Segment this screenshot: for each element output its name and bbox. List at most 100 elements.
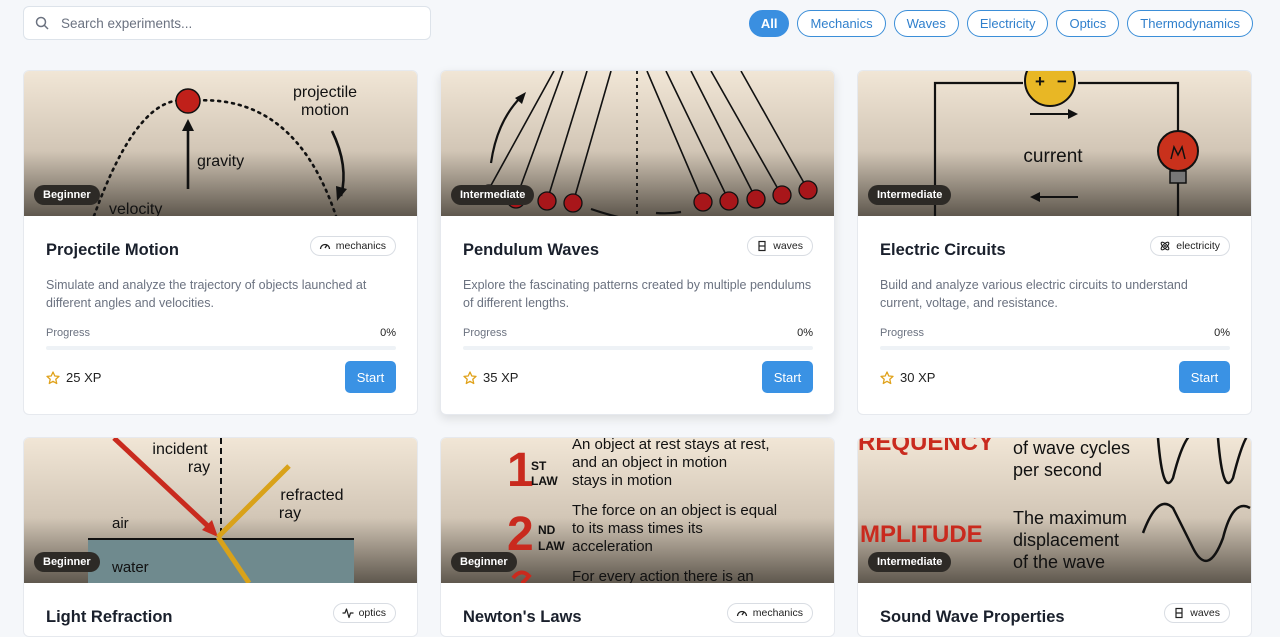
difficulty-badge: Beginner bbox=[451, 552, 517, 572]
xp-value: 35 XP bbox=[483, 370, 519, 385]
category-tag-label: mechanics bbox=[335, 240, 386, 252]
category-filters: All Mechanics Waves Electricity Optics T… bbox=[748, 10, 1253, 37]
image-label: The force on an object is equal bbox=[572, 502, 777, 519]
filter-optics[interactable]: Optics bbox=[1056, 10, 1120, 37]
image-label: projectile bbox=[293, 84, 357, 101]
image-label: 1 bbox=[507, 444, 534, 497]
experiment-image: Intermediate bbox=[441, 71, 834, 216]
experiment-image: projectile motion gravity velocity Begin… bbox=[24, 71, 417, 216]
card-description: Build and analyze various electric circu… bbox=[880, 278, 1188, 310]
image-label: stays in motion bbox=[572, 472, 672, 489]
card-title: Newton's Laws bbox=[463, 608, 582, 626]
image-label: incident bbox=[152, 441, 208, 458]
xp-value: 25 XP bbox=[66, 370, 102, 385]
image-label: to its mass times its bbox=[572, 520, 703, 537]
image-label: motion bbox=[301, 102, 349, 119]
image-label: of the wave bbox=[1013, 552, 1105, 572]
experiment-image: REQUENCY of wave cycles per second MPLIT… bbox=[858, 438, 1251, 583]
experiment-image: 1 ST LAW An object at rest stays at rest… bbox=[441, 438, 834, 583]
experiment-card-electric-circuits[interactable]: + − current Intermediate Electric Circui… bbox=[857, 70, 1252, 415]
category-tag: mechanics bbox=[726, 603, 813, 623]
star-icon bbox=[463, 370, 477, 385]
category-tag-label: electricity bbox=[1176, 240, 1220, 252]
card-title: Light Refraction bbox=[46, 608, 173, 626]
image-label: gravity bbox=[197, 153, 244, 170]
category-tag: waves bbox=[747, 236, 813, 256]
search-icon bbox=[35, 16, 49, 30]
image-label: displacement bbox=[1013, 530, 1119, 550]
progress-label: Progress bbox=[880, 327, 925, 339]
experiment-image: incident ray refracted ray air water Beg… bbox=[24, 438, 417, 583]
image-label: air bbox=[112, 515, 129, 532]
filter-thermodynamics[interactable]: Thermodynamics bbox=[1127, 10, 1253, 37]
image-label: MPLITUDE bbox=[860, 521, 983, 548]
search-input[interactable] bbox=[59, 14, 403, 32]
card-title: Electric Circuits bbox=[880, 241, 1006, 259]
filter-all[interactable]: All bbox=[748, 10, 790, 37]
image-label: and an object in motion bbox=[572, 454, 727, 471]
card-title: Projectile Motion bbox=[46, 241, 179, 259]
xp-reward: 25 XP bbox=[46, 370, 101, 385]
category-tag-label: mechanics bbox=[752, 607, 803, 619]
image-label: − bbox=[1057, 72, 1067, 91]
image-label: + bbox=[1035, 72, 1045, 91]
star-icon bbox=[880, 370, 894, 385]
image-label: ray bbox=[188, 459, 210, 476]
search-box[interactable] bbox=[23, 6, 431, 40]
image-label: LAW bbox=[531, 474, 558, 488]
image-label: An object at rest stays at rest, bbox=[572, 438, 770, 453]
filter-electricity[interactable]: Electricity bbox=[966, 10, 1049, 37]
image-label: current bbox=[1023, 146, 1083, 167]
experiment-card-newtons-laws[interactable]: 1 ST LAW An object at rest stays at rest… bbox=[440, 437, 835, 637]
experiment-card-sound-wave-properties[interactable]: REQUENCY of wave cycles per second MPLIT… bbox=[857, 437, 1252, 637]
progress-value: 0% bbox=[380, 327, 396, 339]
experiment-image: + − current Intermediate bbox=[858, 71, 1251, 216]
atom-icon bbox=[1159, 240, 1171, 252]
filter-waves[interactable]: Waves bbox=[893, 10, 959, 37]
image-label: LAW bbox=[538, 539, 565, 553]
category-tag: optics bbox=[332, 603, 396, 623]
progress-bar bbox=[46, 346, 396, 350]
progress-value: 0% bbox=[1214, 327, 1230, 339]
waves-icon bbox=[1173, 607, 1185, 619]
image-label: ray bbox=[279, 505, 301, 522]
card-description: Explore the fascinating patterns created… bbox=[463, 278, 812, 310]
category-tag: waves bbox=[1164, 603, 1230, 623]
difficulty-badge: Beginner bbox=[34, 185, 100, 205]
image-label: REQUENCY bbox=[858, 438, 994, 456]
image-label: ND bbox=[538, 523, 556, 537]
filter-mechanics[interactable]: Mechanics bbox=[797, 10, 886, 37]
progress-label: Progress bbox=[46, 327, 91, 339]
experiment-card-light-refraction[interactable]: incident ray refracted ray air water Beg… bbox=[23, 437, 418, 637]
image-label: ST bbox=[531, 459, 547, 473]
pulse-icon bbox=[342, 607, 354, 619]
image-label: acceleration bbox=[572, 538, 653, 555]
start-button[interactable]: Start bbox=[345, 361, 396, 393]
image-label: of wave cycles bbox=[1013, 438, 1130, 458]
progress-label: Progress bbox=[463, 327, 508, 339]
card-title: Pendulum Waves bbox=[463, 241, 600, 259]
xp-reward: 35 XP bbox=[463, 370, 518, 385]
start-button[interactable]: Start bbox=[762, 361, 813, 393]
difficulty-badge: Intermediate bbox=[451, 185, 535, 205]
experiment-card-pendulum-waves[interactable]: Intermediate Pendulum Waves waves Explor… bbox=[440, 70, 835, 415]
category-tag-label: waves bbox=[773, 240, 803, 252]
xp-reward: 30 XP bbox=[880, 370, 935, 385]
difficulty-badge: Beginner bbox=[34, 552, 100, 572]
difficulty-badge: Intermediate bbox=[868, 185, 952, 205]
top-bar: All Mechanics Waves Electricity Optics T… bbox=[0, 0, 1280, 48]
gauge-icon bbox=[319, 240, 331, 252]
image-label: per second bbox=[1013, 460, 1102, 480]
gauge-icon bbox=[736, 607, 748, 619]
start-button[interactable]: Start bbox=[1179, 361, 1230, 393]
xp-value: 30 XP bbox=[900, 370, 936, 385]
difficulty-badge: Intermediate bbox=[868, 552, 952, 572]
category-tag: mechanics bbox=[309, 236, 396, 256]
image-label: refracted bbox=[280, 487, 343, 504]
card-description: Simulate and analyze the trajectory of o… bbox=[46, 278, 367, 310]
experiment-card-projectile-motion[interactable]: projectile motion gravity velocity Begin… bbox=[23, 70, 418, 415]
progress-value: 0% bbox=[797, 327, 813, 339]
waves-icon bbox=[756, 240, 768, 252]
image-label: The maximum bbox=[1013, 508, 1127, 528]
progress-bar bbox=[880, 346, 1230, 350]
